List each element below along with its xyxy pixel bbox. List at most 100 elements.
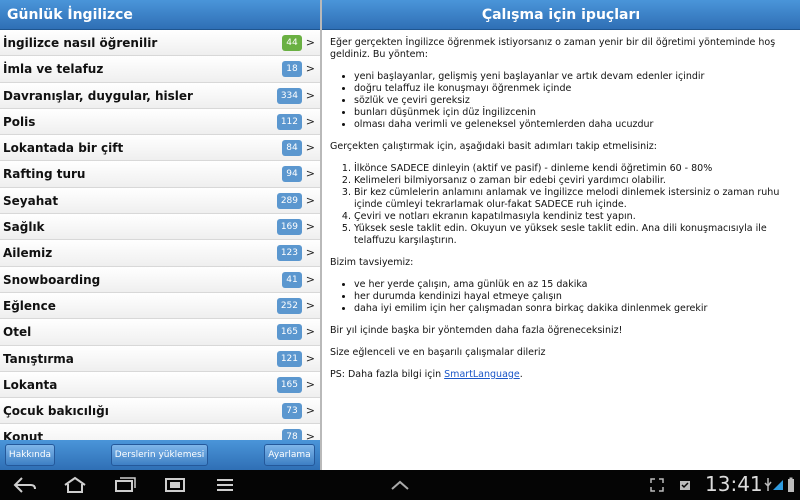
ps-paragraph: PS: Daha fazla bilgi için SmartLanguage. xyxy=(330,369,792,381)
system-navigation-bar: 13:41 xyxy=(0,470,800,500)
lesson-count-badge: 84 xyxy=(282,140,302,157)
list-item[interactable]: Tanıştırma 121 > xyxy=(0,345,320,372)
chevron-right-icon: > xyxy=(305,298,315,312)
list-item[interactable]: Otel 165 > xyxy=(0,319,320,346)
lesson-count-badge: 165 xyxy=(276,376,302,393)
screenshot-icon[interactable] xyxy=(160,473,190,497)
list-item[interactable]: Lokanta 165 > xyxy=(0,371,320,399)
battery-icon xyxy=(786,473,796,497)
lesson-count-badge: 78 xyxy=(282,429,302,440)
list-item: doğru telaffuz ile konuşmayı öğrenmek iç… xyxy=(354,83,792,95)
list-item[interactable]: Snowboarding 41 > xyxy=(0,266,320,293)
notification-icon xyxy=(676,473,694,497)
steps-intro: Gerçekten çalıştırmak için, aşağıdaki ba… xyxy=(330,141,657,152)
tips-panel: Çalışma için ipuçları Eğer gerçekten İng… xyxy=(322,0,800,470)
lesson-title: Konut xyxy=(3,430,44,440)
chevron-right-icon: > xyxy=(305,88,315,102)
lesson-title: Ailemiz xyxy=(3,246,53,261)
chevron-right-icon: > xyxy=(305,272,315,286)
lesson-title: İngilizce nasıl öğrenilir xyxy=(3,36,158,50)
chevron-right-icon: > xyxy=(305,114,315,128)
recent-apps-icon[interactable] xyxy=(110,473,140,497)
lesson-title: Davranışlar, duygular, hisler xyxy=(3,88,193,103)
list-item[interactable]: Eğlence 252 > xyxy=(0,292,320,320)
menu-icon[interactable] xyxy=(210,473,240,497)
list-item[interactable]: İmla ve telafuz 18 > xyxy=(0,56,320,83)
lesson-count-badge: 112 xyxy=(276,113,302,130)
list-item[interactable]: Konut 78 > xyxy=(0,424,320,440)
chevron-right-icon: > xyxy=(305,167,315,181)
list-item: yeni başlayanlar, gelişmiş yeni başlayan… xyxy=(354,71,792,83)
lesson-title: Sağlık xyxy=(3,220,45,235)
list-item: ve her yerde çalışın, ama günlük en az 1… xyxy=(354,279,792,291)
smartlanguage-link[interactable]: SmartLanguage xyxy=(444,369,520,380)
tips-panel-title: Çalışma için ipuçları xyxy=(322,0,800,30)
lesson-title: Seyahat xyxy=(3,193,59,208)
chevron-right-icon: > xyxy=(305,404,315,418)
list-item: olması daha verimli ve geleneksel yöntem… xyxy=(354,119,792,131)
list-item: Kelimeleri bilmiyorsanız o zaman bir ede… xyxy=(354,175,792,187)
download-lessons-button[interactable]: Derslerin yüklemesi xyxy=(111,444,208,466)
wifi-icon xyxy=(772,473,784,497)
lesson-count-badge: 121 xyxy=(276,350,302,367)
list-item: Yüksek sesle taklit edin. Okuyun ve yüks… xyxy=(354,223,792,247)
lesson-count-badge: 18 xyxy=(282,61,302,78)
lesson-count-badge: 252 xyxy=(276,297,302,314)
list-item: sözlük ve çeviri gereksiz xyxy=(354,95,792,107)
settings-button[interactable]: Ayarlama xyxy=(264,444,315,466)
list-item[interactable]: İngilizce nasıl öğrenilir 44 > xyxy=(0,30,320,57)
lesson-list[interactable]: İngilizce nasıl öğrenilir 44 > İmla ve t… xyxy=(0,30,320,440)
fullscreen-icon xyxy=(648,473,666,497)
list-item[interactable]: Polis 112 > xyxy=(0,108,320,136)
lesson-panel: Günlük İngilizce İngilizce nasıl öğrenil… xyxy=(0,0,320,470)
lesson-count-badge: 73 xyxy=(282,403,302,420)
list-item[interactable]: Rafting turu 94 > xyxy=(0,161,320,188)
lesson-title: Otel xyxy=(3,325,32,340)
lesson-title: Eğlence xyxy=(3,298,56,313)
about-button[interactable]: Hakkında xyxy=(5,444,55,466)
lesson-count-badge: 41 xyxy=(282,271,302,288)
lesson-title: İmla ve telafuz xyxy=(3,62,104,77)
chevron-right-icon: > xyxy=(305,351,315,365)
back-icon[interactable] xyxy=(10,473,40,497)
intro-paragraph: Eğer gerçekten İngilizce öğrenmek istiyo… xyxy=(330,37,776,60)
chevron-right-icon: > xyxy=(305,193,315,207)
list-item[interactable]: Çocuk bakıcılığı 73 > xyxy=(0,398,320,425)
tips-intro: Bizim tavsiyemiz: xyxy=(330,257,414,268)
list-item[interactable]: Ailemiz 123 > xyxy=(0,240,320,267)
list-item[interactable]: Davranışlar, duygular, hisler 334 > xyxy=(0,82,320,109)
lesson-count-badge: 44 xyxy=(282,35,302,51)
clock: 13:41 xyxy=(705,472,763,496)
steps-list: İlkönce SADECE dinleyin (aktif ve pasif)… xyxy=(330,163,792,247)
lesson-count-badge: 289 xyxy=(276,192,302,209)
lesson-title: Lokanta xyxy=(3,377,58,392)
lesson-title: Çocuk bakıcılığı xyxy=(3,404,109,419)
chevron-right-icon: > xyxy=(305,430,315,440)
tips-list: ve her yerde çalışın, ama günlük en az 1… xyxy=(330,279,792,315)
ps-suffix: . xyxy=(519,369,523,380)
lesson-title: Tanıştırma xyxy=(3,351,74,366)
lesson-title: Snowboarding xyxy=(3,272,101,287)
lesson-panel-title: Günlük İngilizce xyxy=(0,0,320,30)
up-arrow-icon[interactable] xyxy=(388,473,412,497)
lesson-title: Rafting turu xyxy=(3,167,86,182)
chevron-right-icon: > xyxy=(305,325,315,339)
list-item: bunları düşünmek için düz İngilizcenin xyxy=(354,107,792,119)
lesson-title: Lokantada bir çift xyxy=(3,141,124,156)
list-item[interactable]: Seyahat 289 > xyxy=(0,187,320,215)
list-item: Bir kez cümlelerin anlamını anlamak ve İ… xyxy=(354,187,792,211)
list-item: her durumda kendinizi hayal etmeye çalış… xyxy=(354,291,792,303)
chevron-right-icon: > xyxy=(305,141,315,155)
chevron-right-icon: > xyxy=(305,246,315,260)
lesson-count-badge: 334 xyxy=(276,87,302,104)
home-icon[interactable] xyxy=(60,473,90,497)
lesson-count-badge: 123 xyxy=(276,245,302,262)
closing-paragraph: Bir yıl içinde başka bir yöntemden daha … xyxy=(330,325,623,336)
list-item[interactable]: Sağlık 169 > xyxy=(0,214,320,241)
chevron-right-icon: > xyxy=(305,220,315,234)
features-list: yeni başlayanlar, gelişmiş yeni başlayan… xyxy=(330,71,792,131)
list-item: İlkönce SADECE dinleyin (aktif ve pasif)… xyxy=(354,163,792,175)
list-item: Çeviri ve notları ekranın kapatılmasıyla… xyxy=(354,211,792,223)
list-item[interactable]: Lokantada bir çift 84 > xyxy=(0,135,320,162)
chevron-right-icon: > xyxy=(305,377,315,391)
